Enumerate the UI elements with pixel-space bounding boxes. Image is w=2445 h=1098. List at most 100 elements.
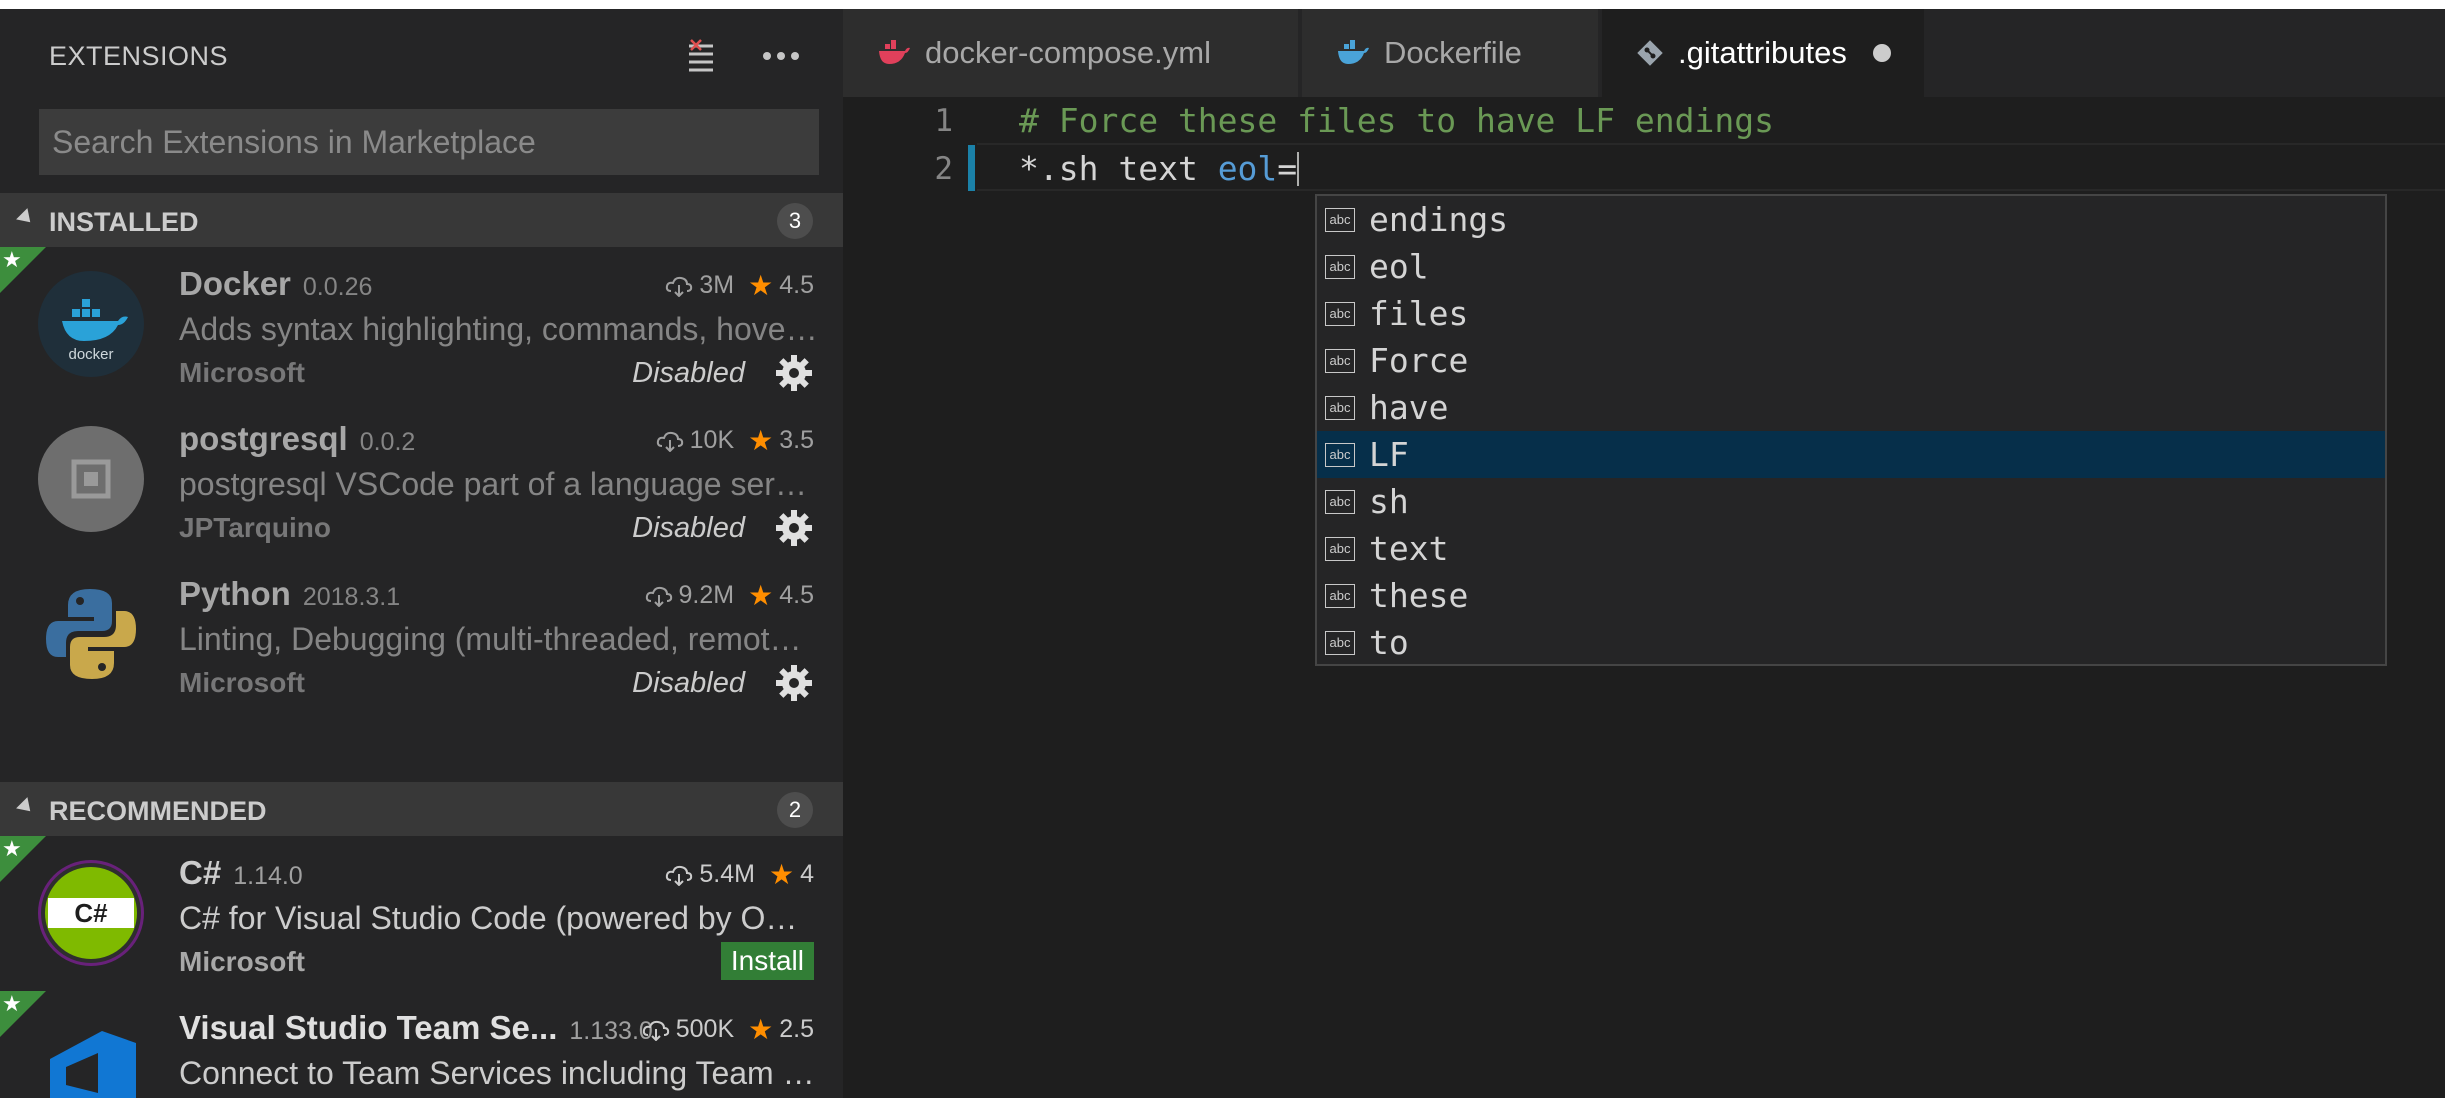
rating-value: 4.5 bbox=[779, 271, 814, 299]
download-count: 500K bbox=[675, 1015, 735, 1043]
rating-star-icon: ★ bbox=[768, 859, 795, 890]
autocomplete-suggestion-list: abc endings abc eol abc files abc Force abc h… bbox=[1315, 194, 2387, 666]
extension-item-python[interactable]: Python 2018.3.1 9.2M ★ 4.5 Linting, Debug… bbox=[0, 557, 843, 712]
tab-gitattributes[interactable]: .gitattributes bbox=[1602, 9, 1924, 97]
git-icon bbox=[1637, 40, 1663, 66]
code-line: *.sh text eol= bbox=[1019, 149, 1300, 188]
modified-line-gutter-marker bbox=[968, 145, 975, 191]
extension-version: 0.0.26 bbox=[302, 273, 373, 301]
extension-version: 1.14.0 bbox=[233, 862, 303, 890]
install-button[interactable]: Install bbox=[720, 942, 814, 980]
text-word-icon: abc bbox=[1325, 348, 1355, 373]
suggestion-item[interactable]: abc files bbox=[1317, 290, 2385, 337]
extension-name: Docker 0.0.26 bbox=[179, 265, 373, 302]
text-word-icon: abc bbox=[1325, 536, 1355, 561]
extension-item-vsts[interactable]: ★ Visual Studio Team Se... 1.133.0 500K ★… bbox=[0, 991, 843, 1098]
code-operator: = bbox=[1277, 149, 1298, 188]
suggestion-item[interactable]: abc Force bbox=[1317, 337, 2385, 384]
extension-item-postgresql[interactable]: postgresql 0.0.2 10K ★ 3.5 postgresql VSC… bbox=[0, 402, 843, 557]
download-count: 9.2M bbox=[678, 581, 735, 609]
tab-docker-compose[interactable]: docker-compose.yml bbox=[843, 9, 1298, 97]
star-icon: ★ bbox=[2, 247, 22, 272]
more-actions-button[interactable] bbox=[756, 31, 806, 81]
extension-publisher: Microsoft bbox=[179, 667, 305, 698]
code-keyword: eol bbox=[1217, 149, 1278, 188]
installed-section-header[interactable]: INSTALLED 3 bbox=[0, 193, 843, 247]
extension-publisher: Microsoft bbox=[179, 946, 305, 977]
manage-extension-button[interactable] bbox=[774, 663, 814, 703]
cloud-download-icon bbox=[666, 865, 693, 886]
suggestion-item[interactable]: abc these bbox=[1317, 572, 2385, 619]
extension-name: C# 1.14.0 bbox=[179, 854, 303, 891]
star-icon: ★ bbox=[2, 991, 22, 1016]
extension-stats: 3M ★ 4.5 bbox=[665, 269, 814, 302]
suggestion-item[interactable]: abc eol bbox=[1317, 243, 2385, 290]
tab-label: Dockerfile bbox=[1384, 35, 1522, 70]
text-word-icon: abc bbox=[1325, 583, 1355, 608]
suggestion-item-selected[interactable]: abc LF bbox=[1317, 431, 2385, 478]
suggestion-item[interactable]: abc sh bbox=[1317, 478, 2385, 525]
extension-name: Visual Studio Team Se... 1.133.0 bbox=[179, 1009, 653, 1046]
code-editor[interactable]: 1 # Force these files to have LF endings… bbox=[843, 97, 2445, 1098]
line-number: 2 bbox=[934, 151, 953, 187]
gear-icon bbox=[776, 665, 812, 701]
cloud-download-icon bbox=[666, 276, 693, 297]
extension-stats: 9.2M ★ 4.5 bbox=[645, 579, 814, 612]
extension-name: Python 2018.3.1 bbox=[179, 575, 401, 612]
extensions-search-input[interactable] bbox=[40, 110, 818, 174]
line-number: 1 bbox=[934, 103, 953, 139]
text-word-icon: abc bbox=[1325, 489, 1355, 514]
editor-tab-bar: docker-compose.yml Dockerfile .gitattrib… bbox=[843, 9, 2445, 97]
text-word-icon: abc bbox=[1325, 301, 1355, 326]
text-word-icon: abc bbox=[1325, 254, 1355, 279]
collapse-triangle-icon bbox=[16, 208, 36, 228]
sidebar-header: EXTENSIONS bbox=[0, 9, 843, 101]
rating-star-icon: ★ bbox=[748, 425, 774, 456]
extension-version: 2018.3.1 bbox=[302, 583, 401, 611]
code-line: # Force these files to have LF endings bbox=[1019, 101, 1774, 140]
svg-text:C#: C# bbox=[74, 898, 108, 928]
suggestion-item[interactable]: abc to bbox=[1317, 619, 2385, 666]
manage-extension-button[interactable] bbox=[774, 353, 814, 393]
extensions-search-box[interactable] bbox=[39, 109, 819, 175]
installed-count-badge: 3 bbox=[777, 203, 813, 239]
cloud-download-icon bbox=[656, 431, 683, 452]
rating-value: 2.5 bbox=[779, 1015, 814, 1043]
text-caret bbox=[1297, 152, 1300, 186]
star-icon: ★ bbox=[2, 836, 22, 861]
star-corner-badge: ★ bbox=[0, 247, 46, 293]
extension-name: postgresql 0.0.2 bbox=[179, 420, 416, 457]
extension-description: C# for Visual Studio Code (powered by Om… bbox=[179, 900, 819, 936]
extension-item-docker[interactable]: ★ docker Docker 0.0.26 3M ★ 4.5 Adds synt… bbox=[0, 247, 843, 402]
rating-star-icon: ★ bbox=[748, 270, 774, 301]
extension-status: Disabled bbox=[632, 667, 745, 699]
text-word-icon: abc bbox=[1325, 630, 1355, 655]
suggestion-item[interactable]: abc have bbox=[1317, 384, 2385, 431]
text-word-icon: abc bbox=[1325, 207, 1355, 232]
tab-dockerfile[interactable]: Dockerfile bbox=[1302, 9, 1598, 97]
cloud-download-icon bbox=[642, 1020, 669, 1041]
extension-stats: 5.4M ★ 4 bbox=[665, 858, 814, 891]
extension-publisher: JPTarquino bbox=[179, 512, 331, 543]
text-word-icon: abc bbox=[1325, 395, 1355, 420]
docker-logo-icon: docker bbox=[38, 271, 144, 377]
suggestion-item[interactable]: abc endings bbox=[1317, 196, 2385, 243]
suggestion-item[interactable]: abc text bbox=[1317, 525, 2385, 572]
python-logo-icon bbox=[38, 581, 144, 687]
clear-extensions-button[interactable] bbox=[676, 31, 726, 81]
extension-description: Connect to Team Services including Team … bbox=[179, 1055, 819, 1091]
rating-star-icon: ★ bbox=[748, 1014, 774, 1045]
collapse-triangle-icon bbox=[16, 797, 36, 817]
unsaved-changes-dot-icon[interactable] bbox=[1872, 44, 1891, 62]
extension-publisher: Microsoft bbox=[179, 357, 305, 388]
rating-value: 4.5 bbox=[779, 581, 814, 609]
gear-icon bbox=[776, 355, 812, 391]
recommended-section-header[interactable]: RECOMMENDED 2 bbox=[0, 782, 843, 836]
extension-item-csharp[interactable]: ★ C# C# 1.14.0 5.4M ★ 4 C# for Visual Stu… bbox=[0, 836, 843, 991]
rating-star-icon: ★ bbox=[748, 580, 774, 611]
code-comment: # Force these files to have LF endings bbox=[1019, 101, 1774, 140]
csharp-logo-icon: C# bbox=[38, 860, 144, 966]
manage-extension-button[interactable] bbox=[774, 508, 814, 548]
docker-whale-icon bbox=[1338, 40, 1369, 64]
extension-status: Disabled bbox=[632, 512, 745, 544]
